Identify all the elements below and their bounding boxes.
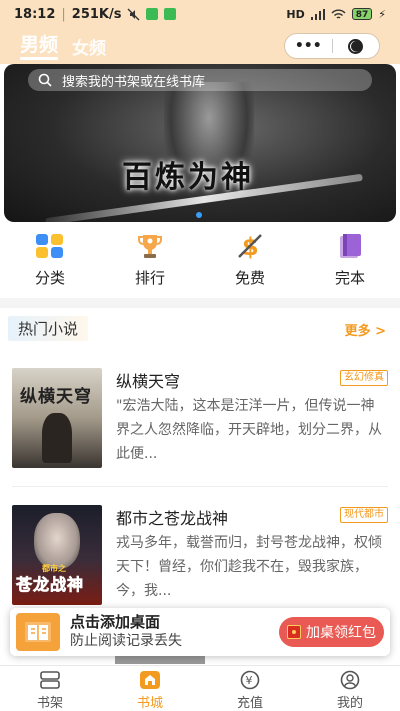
svg-text:¥: ¥ bbox=[246, 674, 253, 687]
battery-icon: 87 bbox=[351, 8, 373, 20]
hot-novels-header: 热门小说 更多 > bbox=[0, 316, 400, 342]
category-free[interactable]: $ 免费 bbox=[200, 232, 300, 292]
mute-icon bbox=[128, 8, 140, 20]
category-label: 排行 bbox=[134, 269, 165, 287]
user-icon bbox=[340, 670, 360, 690]
tab-male[interactable]: 男频 bbox=[20, 33, 59, 60]
books-icon bbox=[334, 232, 366, 260]
tab-female[interactable]: 女频 bbox=[72, 34, 106, 59]
category-label: 免费 bbox=[234, 269, 265, 287]
category-classify[interactable]: 分类 bbox=[0, 232, 100, 292]
book-description: 戎马多年，载誉而归，封号苍龙战神，权倾天下！曾经，你们趁我不在，毁我家族，今，我… bbox=[116, 535, 382, 599]
cover-figure bbox=[34, 513, 80, 569]
book-title: 都市之苍龙战神 bbox=[116, 509, 229, 528]
popup-text: 点击添加桌面 防止阅读记录丢失 bbox=[70, 613, 182, 651]
add-to-desktop-banner[interactable]: 点击添加桌面 防止阅读记录丢失 加桌领红包 bbox=[10, 608, 390, 656]
red-envelope-icon bbox=[287, 625, 301, 639]
header: 男频 女频 ••• ● bbox=[0, 28, 400, 64]
partially-hidden-item bbox=[115, 656, 205, 664]
category-finished[interactable]: 完本 bbox=[300, 232, 400, 292]
genre-tag: 现代都市 bbox=[340, 507, 388, 523]
category-label: 分类 bbox=[34, 269, 65, 287]
book-item[interactable]: 都市之 苍龙战神 都市之苍龙战神 现代都市 戎马多年，载誉而归，封号苍龙战神，权… bbox=[12, 505, 388, 615]
book-title: 纵横天穹 bbox=[116, 372, 181, 391]
banner-indicator bbox=[196, 212, 202, 218]
nav-label: 书城 bbox=[136, 696, 163, 711]
nav-label: 我的 bbox=[336, 696, 363, 711]
category-bar: 分类 排行 $ 免费 完本 bbox=[0, 232, 400, 292]
book-item[interactable]: 纵横天穹 纵横天穹 玄幻修真 "宏浩大陆，这本是汪洋一片，但传说一神界之人忽然降… bbox=[12, 368, 388, 478]
category-ranking[interactable]: 排行 bbox=[100, 232, 200, 292]
book-cover: 都市之 苍龙战神 bbox=[12, 505, 102, 605]
nav-store[interactable]: 书城 bbox=[100, 666, 200, 711]
section-divider bbox=[0, 298, 400, 308]
category-label: 完本 bbox=[334, 269, 365, 287]
book-cover: 纵横天穹 bbox=[12, 368, 102, 468]
nav-bookshelf[interactable]: 书架 bbox=[0, 666, 100, 711]
wifi-icon bbox=[331, 9, 346, 19]
signal-icon: HD bbox=[286, 7, 305, 21]
trophy-icon bbox=[134, 232, 166, 260]
more-button[interactable]: ••• bbox=[285, 38, 332, 54]
mini-program-capsule: ••• ● bbox=[284, 33, 380, 59]
more-link[interactable]: 更多 > bbox=[345, 320, 386, 339]
yuan-icon: ¥ bbox=[240, 670, 260, 690]
store-icon bbox=[140, 671, 160, 689]
search-input[interactable]: 搜索我的书架或在线书库 bbox=[28, 69, 372, 91]
popup-line1: 点击添加桌面 bbox=[70, 613, 161, 631]
bottom-nav: 书架 书城 ¥ 充值 我的 bbox=[0, 665, 400, 711]
signal-bars-icon bbox=[310, 8, 325, 20]
red-packet-button[interactable]: 加桌领红包 bbox=[279, 617, 384, 647]
status-time: 18:12 bbox=[14, 6, 56, 22]
book-description: "宏浩大陆，这本是汪洋一片，但传说一神界之人忽然降临，开天辟地，划分二界，从此便… bbox=[116, 398, 382, 462]
bookshelf-icon bbox=[40, 671, 60, 689]
genre-tag: 玄幻修真 bbox=[340, 370, 388, 386]
status-bar: 18:12 | 251K/s HD 87 ⚡ bbox=[0, 0, 400, 28]
grid-icon bbox=[34, 232, 66, 260]
banner-dot bbox=[196, 212, 202, 218]
list-divider bbox=[12, 486, 388, 487]
cover-title: 纵横天穹 bbox=[20, 387, 92, 407]
search-placeholder: 搜索我的书架或在线书库 bbox=[62, 74, 206, 90]
cover-title: 苍龙战神 bbox=[16, 575, 85, 595]
charging-icon: ⚡ bbox=[378, 7, 386, 21]
search-icon bbox=[38, 73, 52, 87]
section-title: 热门小说 bbox=[8, 316, 89, 341]
dollar-icon: $ bbox=[234, 232, 266, 260]
cover-figure bbox=[42, 413, 72, 463]
status-net-speed: 251K/s bbox=[71, 6, 122, 22]
nav-label: 书架 bbox=[36, 696, 63, 711]
close-icon: ● bbox=[348, 38, 364, 54]
open-book-icon bbox=[16, 613, 60, 651]
popup-line2: 防止阅读记录丢失 bbox=[70, 633, 182, 649]
close-button[interactable]: ● bbox=[333, 38, 380, 54]
nav-recharge[interactable]: ¥ 充值 bbox=[200, 666, 300, 711]
red-packet-label: 加桌领红包 bbox=[306, 625, 376, 641]
nav-mine[interactable]: 我的 bbox=[300, 666, 400, 711]
app-notification-icon bbox=[146, 8, 159, 20]
app-notification-icon bbox=[164, 8, 177, 20]
banner-title: 百炼为神 bbox=[122, 160, 254, 195]
nav-label: 充值 bbox=[236, 696, 263, 711]
